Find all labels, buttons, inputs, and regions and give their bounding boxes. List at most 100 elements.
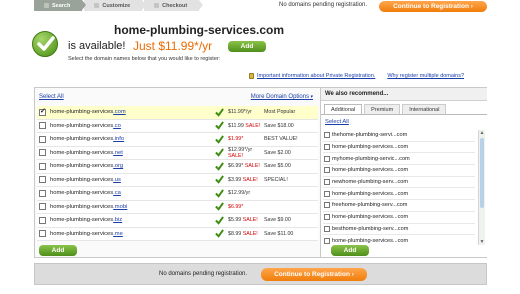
recommend-checkbox[interactable] <box>324 214 330 221</box>
recommend-item[interactable]: home-plumbing-services...com <box>323 188 475 201</box>
scroll-down-icon[interactable]: ▼ <box>479 239 485 245</box>
available-check-icon <box>215 148 224 157</box>
domain-price: $3.99 SALE! <box>228 176 258 183</box>
tab-international[interactable]: International <box>402 104 447 114</box>
step-label: Checkout <box>162 2 188 9</box>
domain-note: Save $2.00 <box>264 149 291 156</box>
available-check-icon <box>215 175 224 184</box>
domain-row[interactable]: home-plumbing-services.com $11.99*/yr Most… <box>37 106 318 120</box>
domain-tld-link[interactable]: .com <box>113 109 126 115</box>
domain-row[interactable]: home-plumbing-services.me $8.99 SALE! Save… <box>37 227 318 241</box>
domain-row[interactable]: home-plumbing-services.co $11.99 SALE! Sav… <box>37 119 318 133</box>
recommend-item[interactable]: home-plumbing-services...com <box>323 235 475 245</box>
recommend-checkbox[interactable] <box>324 155 330 162</box>
recommend-domain: thehome-plumbing-servi...com <box>332 132 408 139</box>
domain-price: $6.99* <box>228 203 244 210</box>
domain-price: $8.99 SALE! <box>228 230 258 237</box>
domain-name: home-plumbing-services.net <box>50 149 123 156</box>
domain-name: home-plumbing-services.us <box>50 176 121 183</box>
domain-tld-link[interactable]: .co <box>113 123 121 129</box>
recommend-checkbox[interactable] <box>324 167 330 174</box>
recommend-checkbox[interactable] <box>324 237 330 244</box>
recommend-tabs: Additional Premium International <box>321 104 487 115</box>
recommend-checkbox[interactable] <box>324 144 330 151</box>
more-domain-options-link[interactable]: More Domain Options <box>251 94 313 100</box>
domain-row[interactable]: home-plumbing-services.info $1.99* BEST VA… <box>37 133 318 147</box>
select-instruction: Select the domain names below that you w… <box>68 56 221 62</box>
availability-text: is available! <box>68 40 126 52</box>
domain-checkbox[interactable] <box>39 230 46 238</box>
domain-checkbox[interactable] <box>39 176 46 184</box>
domain-name: home-plumbing-services.me <box>50 230 123 237</box>
domain-row[interactable]: home-plumbing-services.biz $5.99 SALE! Sav… <box>37 214 318 228</box>
available-check-icon <box>215 162 224 171</box>
recommend-item[interactable]: home-plumbing-services...com <box>323 165 475 177</box>
continue-registration-button-top[interactable]: Continue to Registration › <box>379 1 487 12</box>
recommend-item[interactable]: myhome-plumbing-servic...com <box>323 153 475 166</box>
domain-tld-link[interactable]: .ca <box>113 190 121 196</box>
private-registration-link[interactable]: Important information about Private Regi… <box>257 73 375 79</box>
domain-row[interactable]: home-plumbing-services.us $3.99 SALE! SPEC… <box>37 173 318 187</box>
recommend-item[interactable]: newhome-plumbing-serv...com <box>323 177 475 189</box>
available-check-icon <box>32 31 58 57</box>
add-recommended-button[interactable]: Add <box>331 245 369 256</box>
tab-premium[interactable]: Premium <box>364 104 401 114</box>
recommend-checkbox[interactable] <box>324 202 330 209</box>
add-domain-button[interactable]: Add <box>228 41 266 52</box>
domain-rows: home-plumbing-services.com $11.99*/yr Most… <box>37 106 318 241</box>
domain-tld-link[interactable]: .mobi <box>113 204 127 210</box>
domain-tld-link[interactable]: .org <box>113 163 123 169</box>
recommend-checkbox[interactable] <box>324 190 330 197</box>
scroll-up-icon[interactable]: ▲ <box>479 130 485 136</box>
tab-additional[interactable]: Additional <box>324 104 363 114</box>
domain-checkbox[interactable] <box>39 107 46 116</box>
recommend-domain: home-plumbing-services...com <box>332 214 409 221</box>
domain-tld-link[interactable]: .me <box>113 231 123 237</box>
domain-checkbox[interactable] <box>39 189 46 197</box>
recommend-scrollbar[interactable]: ▲ ▼ <box>478 130 485 245</box>
domain-checkbox[interactable] <box>39 162 46 170</box>
select-all-link[interactable]: Select All <box>39 94 64 100</box>
step-icon <box>154 3 160 8</box>
scroll-thumb[interactable] <box>480 138 484 208</box>
recommend-item[interactable]: home-plumbing-services...com <box>323 142 475 154</box>
recommend-domain: home-plumbing-services...com <box>332 237 409 244</box>
pending-status-bottom: No domains pending registration. <box>159 271 248 277</box>
domain-results: Select All More Domain Options home-plum… <box>35 88 319 257</box>
domain-checkbox[interactable] <box>39 203 46 211</box>
domain-name: home-plumbing-services.com <box>50 109 126 116</box>
sale-badge: SALE! <box>244 163 260 170</box>
recommend-checkbox[interactable] <box>324 179 330 186</box>
sale-badge: SALE! <box>228 152 244 159</box>
domain-checkbox[interactable] <box>39 122 46 130</box>
recommend-domain: home-plumbing-services...com <box>332 167 409 174</box>
domain-tld-link[interactable]: .info <box>113 136 124 142</box>
recommend-item[interactable]: thehome-plumbing-servi...com <box>323 130 475 142</box>
recommend-checkbox[interactable] <box>324 225 330 232</box>
add-selected-button[interactable]: Add <box>39 245 77 256</box>
domain-tld-link[interactable]: .net <box>113 150 123 156</box>
recommend-checkbox[interactable] <box>324 132 330 139</box>
domain-tld-link[interactable]: .us <box>113 177 121 183</box>
domain-row[interactable]: home-plumbing-services.org $6.99* SALE! Sa… <box>37 160 318 174</box>
available-check-icon <box>215 121 224 130</box>
domain-row[interactable]: home-plumbing-services.ca $12.99/yr <box>37 187 318 201</box>
domain-row[interactable]: home-plumbing-services.mobi $6.99* <box>37 200 318 214</box>
domain-price: $11.99*/yr <box>228 109 252 116</box>
domain-checkbox[interactable] <box>39 216 46 224</box>
select-all-recommend-link[interactable]: Select All <box>325 119 487 125</box>
domain-checkbox[interactable] <box>39 135 46 143</box>
available-check-icon <box>215 108 224 117</box>
continue-registration-button-bottom[interactable]: Continue to Registration › <box>261 268 367 281</box>
recommend-item[interactable]: freehome-plumbing-serv...com <box>323 200 475 212</box>
step-icon <box>44 3 49 8</box>
domain-checkbox[interactable] <box>39 149 46 157</box>
step-search: Search <box>34 0 87 11</box>
domain-row[interactable]: home-plumbing-services.net $12.99*/yr SAL… <box>37 146 318 160</box>
why-multiple-link[interactable]: Why register multiple domains? <box>387 73 464 79</box>
domain-tld-link[interactable]: .biz <box>113 217 122 223</box>
domain-name: home-plumbing-services.org <box>50 163 124 170</box>
recommend-panel: We also recommend... Additional Premium In… <box>320 88 487 257</box>
recommend-item[interactable]: home-plumbing-services...com <box>323 212 475 224</box>
recommend-item[interactable]: besthome-plumbing-serv...com <box>323 224 475 236</box>
